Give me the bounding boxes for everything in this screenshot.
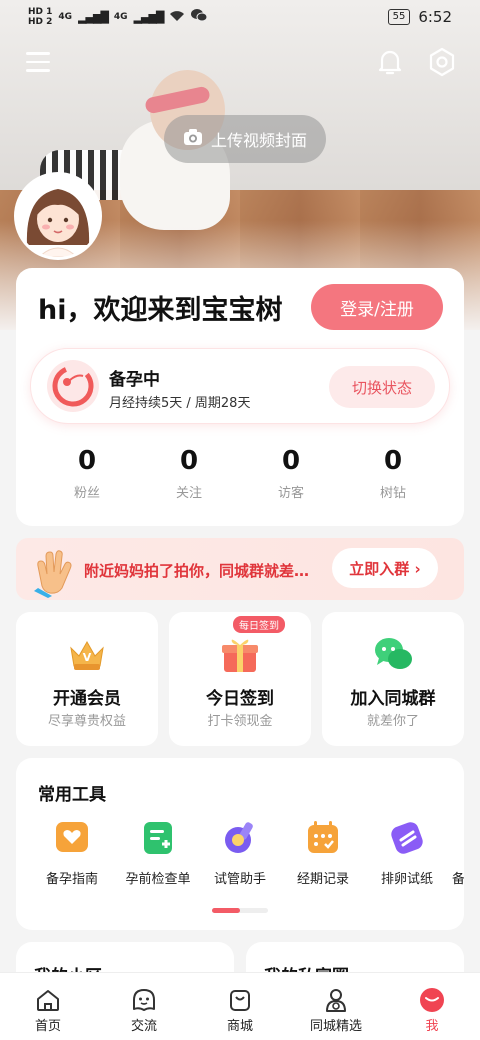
join-group-button[interactable]: 立即入群 › — [332, 548, 438, 588]
stat-value: 0 — [77, 446, 97, 476]
network1-label: 4G — [58, 12, 73, 22]
svg-text:V: V — [83, 651, 92, 664]
tool-label: 试管助手 — [213, 872, 266, 887]
sim2-label: HD 2 — [28, 17, 53, 27]
tab-label: 我 — [425, 1019, 439, 1034]
menu-icon[interactable] — [26, 52, 50, 72]
tool-label: 孕前检查单 — [125, 872, 191, 887]
stat-diamonds[interactable]: 0 树钻 — [342, 446, 444, 501]
tool-ivf-assistant[interactable]: 试管助手 — [197, 814, 283, 887]
crown-icon: V — [65, 632, 109, 676]
local-icon — [323, 987, 349, 1013]
stat-fans[interactable]: 0 粉丝 — [36, 446, 138, 501]
tab-label: 交流 — [130, 1019, 157, 1034]
upload-cover-label: 上传视频封面 — [210, 131, 307, 150]
wechat-icon — [191, 9, 208, 25]
community-icon — [131, 987, 157, 1013]
stat-label: 树钻 — [379, 486, 406, 501]
header-actions — [0, 44, 480, 84]
feature-subtitle: 尽享尊贵权益 — [47, 714, 126, 729]
stat-visitors[interactable]: 0 访客 — [240, 446, 342, 501]
join-local-group-card[interactable]: 加入同城群 就差你了 — [322, 612, 464, 746]
tool-prep-guide[interactable]: 备孕指南 — [29, 814, 115, 887]
state-icon — [47, 360, 99, 412]
stat-label: 粉丝 — [73, 486, 100, 501]
tool-more[interactable]: 备 — [448, 814, 464, 887]
profile-card: hi，欢迎来到宝宝树 登录/注册 备孕中 月经持续5天 / 周期28天 切换状态… — [16, 268, 464, 526]
signal-icon-2: ▂▄▆█ — [133, 10, 165, 24]
tab-home[interactable]: 首页 — [0, 973, 96, 1040]
tool-label: 备 — [452, 872, 464, 887]
me-icon — [419, 987, 445, 1013]
tab-label: 商城 — [226, 1019, 253, 1034]
tab-community[interactable]: 交流 — [96, 973, 192, 1040]
tab-label: 首页 — [34, 1019, 61, 1034]
common-tools-card: 常用工具 备孕指南 孕前检查单 试管助手 经期记录 排卵试纸 备 — [16, 758, 464, 930]
tool-pre-checklist[interactable]: 孕前检查单 — [115, 814, 201, 887]
status-bar-right: 55 6:52 — [387, 8, 452, 26]
state-subtitle: 月经持续5天 / 周期28天 — [109, 396, 251, 411]
tool-period-record[interactable]: 经期记录 — [280, 814, 366, 887]
tab-shop[interactable]: 商城 — [192, 973, 288, 1040]
heart-guide-icon — [52, 818, 92, 858]
bell-icon[interactable] — [374, 46, 406, 78]
feature-title: 今日签到 — [206, 689, 274, 709]
waving-hand-icon — [28, 544, 82, 598]
wifi-icon — [169, 10, 185, 25]
network2-label: 4G — [113, 12, 128, 22]
gear-icon[interactable] — [426, 46, 458, 78]
daily-checkin-card[interactable]: 每日签到 今日签到 打卡领现金 — [169, 612, 311, 746]
tools-row: 备孕指南 孕前检查单 试管助手 经期记录 排卵试纸 备 — [16, 814, 464, 894]
status-bar-left: HD 1 HD 2 4G ▂▄▆█ 4G ▂▄▆█ — [28, 7, 208, 27]
stat-value: 0 — [281, 446, 301, 476]
stat-value: 0 — [179, 446, 199, 476]
stat-label: 关注 — [175, 486, 202, 501]
shopping-bag-icon — [227, 987, 253, 1013]
bottom-tab-bar: 首页 交流 商城 同城精选 我 — [0, 972, 480, 1040]
stat-label: 访客 — [277, 486, 304, 501]
feature-subtitle: 打卡领现金 — [207, 714, 273, 729]
group-promo-banner[interactable]: 附近妈妈拍了拍你，同城群就差… 立即入群 › — [16, 538, 464, 600]
feature-subtitle: 就差你了 — [366, 714, 419, 729]
feature-title: 加入同城群 — [350, 689, 436, 709]
state-title: 备孕中 — [109, 370, 160, 390]
upload-cover-button[interactable]: 上传视频封面 — [164, 115, 326, 163]
clock: 6:52 — [418, 8, 452, 26]
battery-icon: 55 — [387, 9, 411, 25]
chat-icon — [371, 632, 415, 676]
camera-icon — [183, 128, 203, 150]
tools-scroll-indicator — [212, 908, 268, 913]
calendar-icon — [303, 818, 343, 858]
vip-membership-card[interactable]: V 开通会员 尽享尊贵权益 — [16, 612, 158, 746]
checklist-icon — [138, 818, 178, 858]
tool-ovulation-strip[interactable]: 排卵试纸 — [364, 814, 450, 887]
pregnancy-state-panel[interactable]: 备孕中 月经持续5天 / 周期28天 切换状态 — [30, 348, 450, 424]
test-tube-icon — [220, 818, 260, 858]
home-icon — [35, 987, 61, 1013]
sim-labels: HD 1 HD 2 — [28, 7, 52, 27]
banner-text: 附近妈妈拍了拍你，同城群就差… — [84, 562, 310, 580]
greeting-title: hi，欢迎来到宝宝树 — [38, 295, 283, 326]
stat-following[interactable]: 0 关注 — [138, 446, 240, 501]
tab-me[interactable]: 我 — [384, 973, 480, 1040]
tool-label: 排卵试纸 — [380, 872, 433, 887]
tab-label: 同城精选 — [309, 1019, 362, 1034]
signal-icon: ▂▄▆█ — [78, 10, 109, 24]
tools-title: 常用工具 — [38, 785, 106, 805]
avatar[interactable] — [14, 172, 102, 260]
daily-checkin-badge: 每日签到 — [233, 616, 285, 633]
stat-value: 0 — [383, 446, 403, 476]
gift-icon — [218, 632, 262, 676]
tool-label: 备孕指南 — [45, 872, 98, 887]
test-strip-icon — [387, 818, 427, 858]
login-register-button[interactable]: 登录/注册 — [311, 284, 443, 330]
tab-local-picks[interactable]: 同城精选 — [288, 973, 384, 1040]
sim1-label: HD 1 — [28, 7, 53, 17]
feature-title: 开通会员 — [53, 689, 121, 709]
status-bar: HD 1 HD 2 4G ▂▄▆█ 4G ▂▄▆█ 55 6:52 — [0, 0, 480, 34]
stats-row: 0 粉丝 0 关注 0 访客 0 树钻 — [36, 446, 444, 501]
tool-label: 经期记录 — [296, 872, 349, 887]
switch-state-button[interactable]: 切换状态 — [329, 366, 435, 408]
